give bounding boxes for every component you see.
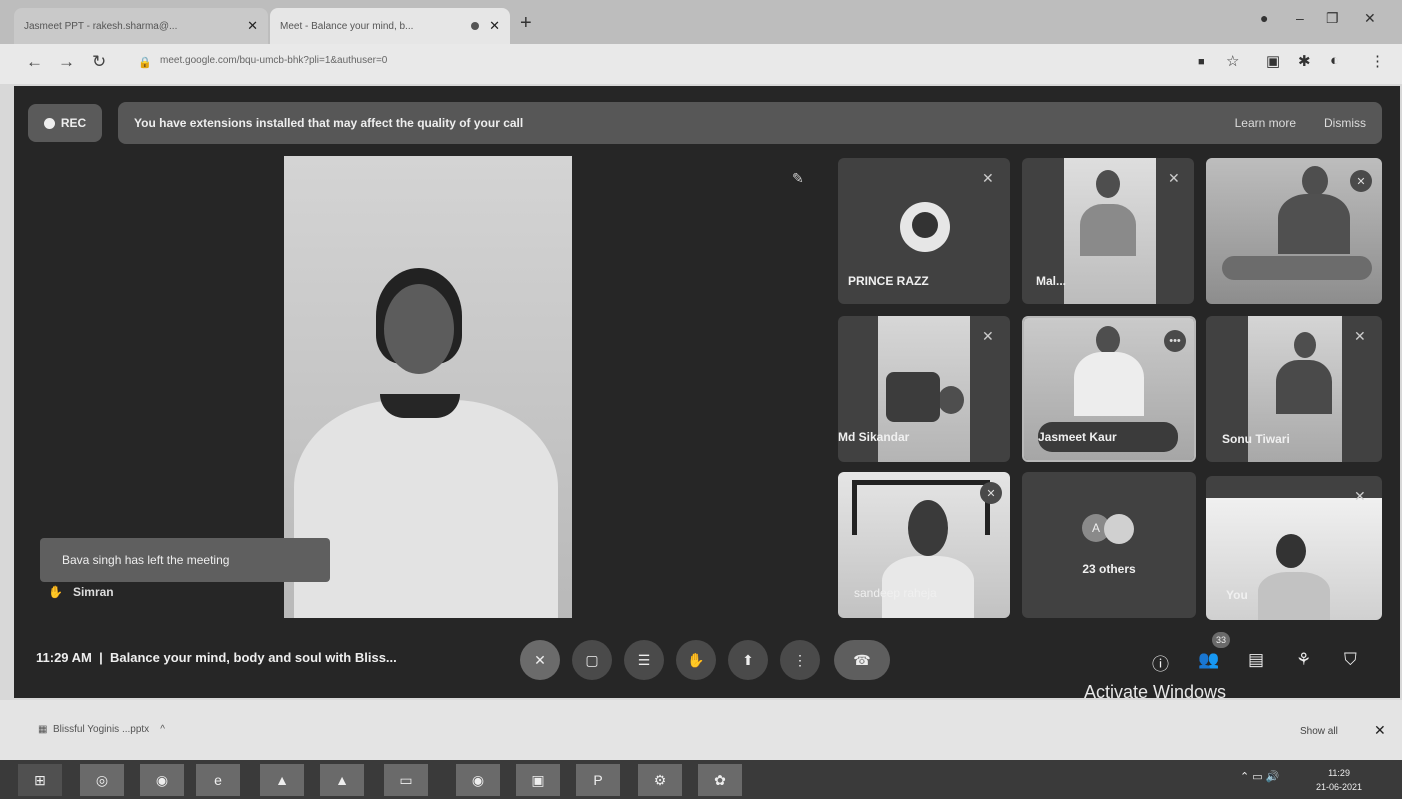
reload-icon[interactable]: ↻ — [92, 52, 106, 72]
activities-icon[interactable]: ⚘ — [1296, 650, 1311, 670]
participant-tile[interactable]: Mal... ✕ — [1022, 158, 1194, 304]
clock-time: 11:29 — [1328, 768, 1350, 778]
browser-tab-jasmeet-ppt[interactable]: Jasmeet PPT - rakesh.sharma@... ✕ — [14, 8, 268, 44]
system-clock[interactable]: 11:29 21-06-2021 — [1316, 766, 1362, 794]
record-icon — [43, 117, 55, 129]
rec-label: REC — [60, 116, 87, 130]
forward-icon[interactable]: → — [58, 52, 75, 72]
vlc-icon[interactable]: ▲ — [320, 764, 364, 796]
back-icon[interactable]: ← — [26, 52, 43, 72]
mic-toggle-button[interactable]: ✕ — [520, 640, 560, 680]
downloads-bar — [0, 700, 1402, 760]
participant-name: Jasmeet Kaur — [1038, 430, 1117, 444]
mic-off-icon: ✕ — [982, 170, 994, 186]
raise-hand-button[interactable]: ✋ — [676, 640, 716, 680]
meeting-time: 11:29 AM — [36, 650, 92, 665]
presenter-name: ✋ Simran — [48, 585, 114, 599]
meeting-title: Balance your mind, body and soul with Bl… — [110, 650, 397, 665]
participant-tile[interactable]: ✕ — [1206, 158, 1382, 304]
more-options-icon[interactable]: ••• — [1164, 330, 1186, 352]
mic-off-icon: ✕ — [1350, 170, 1372, 192]
app-icon[interactable]: ▲ — [260, 764, 304, 796]
extensions-banner: You have extensions installed that may a… — [118, 102, 1382, 144]
minimize-icon[interactable]: – — [1296, 10, 1304, 26]
dismiss-button[interactable]: Dismiss — [1324, 116, 1366, 130]
mic-off-icon: ✕ — [982, 328, 994, 344]
windows-start-icon[interactable]: ⊞ — [18, 764, 62, 796]
download-item[interactable]: ▦ Blissful Yoginis ...pptx ^ — [38, 724, 165, 735]
camera-toggle-button[interactable]: ▢ — [572, 640, 612, 680]
left-meeting-toast: Bava singh has left the meeting — [40, 538, 330, 582]
banner-text: You have extensions installed that may a… — [134, 116, 524, 130]
close-tab-icon[interactable]: ✕ — [247, 18, 258, 34]
search-icon[interactable]: ◎ — [80, 764, 124, 796]
participant-tile-self[interactable]: You ✕ — [1206, 476, 1382, 620]
download-filename: Blissful Yoginis ...pptx — [53, 724, 150, 735]
close-window-icon[interactable]: ✕ — [1364, 10, 1376, 27]
mic-off-icon: ✕ — [980, 482, 1002, 504]
system-tray[interactable]: ⌃ ▭ 🔊 — [1240, 770, 1279, 783]
participant-name: sandeep raheja — [854, 586, 937, 600]
puzzle-icon[interactable]: ✱ — [1298, 52, 1311, 70]
participant-name: Mal... — [1036, 274, 1067, 288]
lock-icon: 🔒 — [138, 57, 152, 69]
menu-kebab-icon[interactable]: ⋮ — [1370, 52, 1385, 70]
store-icon[interactable]: ▣ — [516, 764, 560, 796]
edge-icon[interactable]: e — [196, 764, 240, 796]
mic-off-icon: ✕ — [1354, 488, 1366, 504]
browser-tab-meet[interactable]: Meet - Balance your mind, b... ✕ — [270, 8, 510, 44]
participant-tile[interactable]: sandeep raheja ✕ — [838, 472, 1010, 618]
participant-tile[interactable]: Md Sikandar ✕ — [838, 316, 1010, 462]
meeting-details-icon[interactable]: ⓘ — [1152, 650, 1169, 675]
meeting-info: 11:29 AM | Balance your mind, body and s… — [36, 650, 397, 665]
clock-date: 21-06-2021 — [1316, 782, 1363, 792]
learn-more-link[interactable]: Learn more — [1235, 116, 1296, 130]
host-controls-icon[interactable]: ⛉ — [1344, 650, 1357, 670]
leave-call-button[interactable]: ☎ — [834, 640, 890, 680]
participant-tile[interactable]: Sonu Tiwari ✕ — [1206, 316, 1382, 462]
mic-off-icon: ✕ — [1354, 328, 1366, 344]
new-tab-icon[interactable]: + — [520, 12, 532, 35]
maximize-icon[interactable]: ❐ — [1326, 10, 1339, 27]
tab-label: Meet - Balance your mind, b... — [280, 20, 414, 32]
present-screen-button[interactable]: ⬆ — [728, 640, 768, 680]
recording-dot-icon — [471, 22, 480, 30]
paint-icon[interactable]: ✿ — [698, 764, 742, 796]
participant-name: PRINCE RAZZ — [848, 274, 929, 288]
chrome-window-icon[interactable]: ◉ — [456, 764, 500, 796]
participant-tile[interactable]: PRINCE RAZZ ✕ — [838, 158, 1010, 304]
chat-icon[interactable]: ▤ — [1248, 650, 1264, 670]
presenter-name-label: Simran — [72, 585, 114, 599]
bookmark-star-icon[interactable]: ☆ — [1226, 52, 1239, 70]
extension-icon[interactable]: ▣ — [1266, 52, 1280, 70]
tab-label: Jasmeet PPT - rakesh.sharma@... — [24, 20, 178, 32]
separator: | — [99, 650, 103, 665]
others-tile[interactable]: A 23 others — [1022, 472, 1196, 618]
pin-icon[interactable]: ✎ — [792, 170, 804, 187]
close-downloads-icon[interactable]: ✕ — [1374, 722, 1386, 739]
more-options-button[interactable]: ⋮ — [780, 640, 820, 680]
mic-off-icon: ✕ — [1168, 170, 1180, 186]
rec-badge: REC — [28, 104, 102, 142]
camera-icon[interactable]: ■ — [1198, 56, 1205, 68]
participant-name: You — [1226, 588, 1248, 602]
profile-avatar-icon[interactable]: ◐ — [1330, 52, 1339, 69]
people-count-badge: 33 — [1212, 632, 1230, 648]
participant-tile-active-speaker[interactable]: Jasmeet Kaur ••• — [1022, 316, 1196, 462]
others-count: 23 others — [1082, 562, 1136, 576]
url-field[interactable]: meet.google.com/bqu-umcb-bhk?pli=1&authu… — [160, 55, 387, 66]
chrome-icon[interactable]: ◉ — [140, 764, 184, 796]
captions-button[interactable]: ☰ — [624, 640, 664, 680]
close-tab-icon[interactable]: ✕ — [489, 18, 500, 34]
powerpoint-icon[interactable]: P — [576, 764, 620, 796]
file-explorer-icon[interactable]: ▭ — [384, 764, 428, 796]
others-avatar-photo — [1104, 514, 1134, 544]
participant-name: Md Sikandar — [838, 430, 910, 444]
show-all-button[interactable]: Show all — [1300, 726, 1338, 737]
profile-dot-icon[interactable]: ● — [1260, 10, 1268, 26]
participant-name: Sonu Tiwari — [1222, 432, 1290, 446]
people-icon[interactable]: 👥 — [1198, 650, 1219, 670]
settings-icon[interactable]: ⚙ — [638, 764, 682, 796]
